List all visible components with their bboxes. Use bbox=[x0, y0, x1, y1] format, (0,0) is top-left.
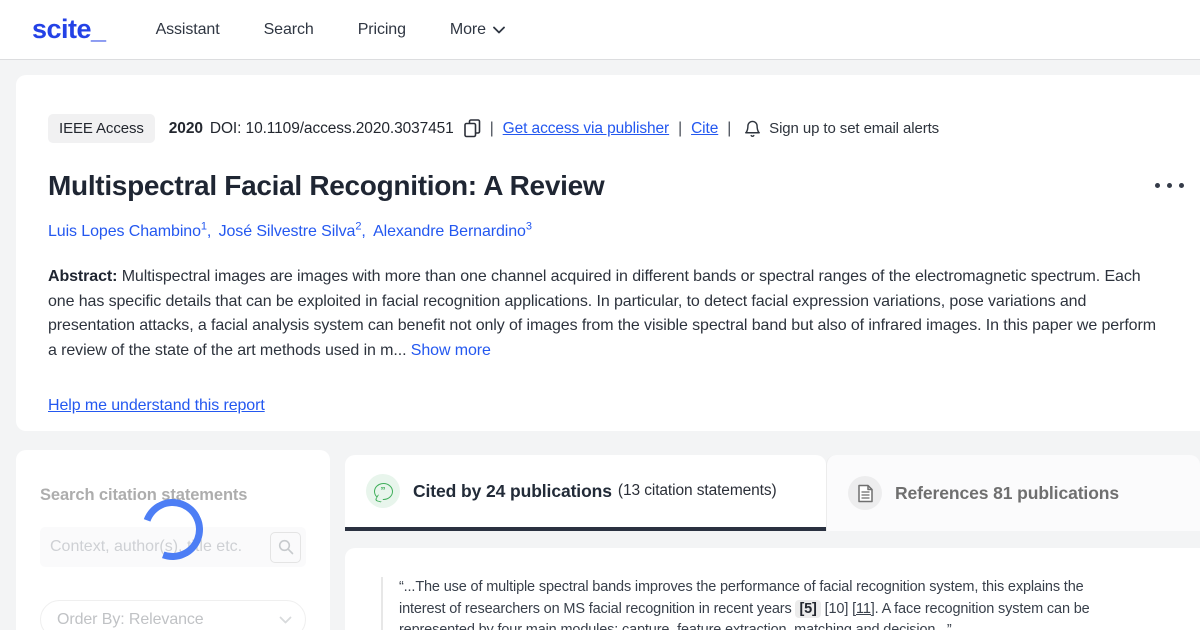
nav-item-search[interactable]: Search bbox=[264, 21, 314, 39]
tab-cited-by-sublabel: (13 citation statements) bbox=[618, 482, 777, 500]
get-access-link[interactable]: Get access via publisher bbox=[503, 120, 669, 138]
meta-separator: | bbox=[678, 120, 682, 138]
author-affiliation-number: 1 bbox=[201, 221, 207, 233]
quote-glyph: ” bbox=[381, 487, 386, 497]
show-more-link[interactable]: Show more bbox=[411, 342, 491, 359]
abstract-label: Abstract: bbox=[48, 268, 117, 285]
author-link[interactable]: José Silvestre Silva2 bbox=[219, 223, 362, 240]
author-name: Luis Lopes Chambino bbox=[48, 223, 201, 240]
order-by-select[interactable]: Order By: Relevance bbox=[40, 600, 306, 630]
scite-logo[interactable]: scite_ bbox=[32, 14, 106, 45]
top-navbar: scite_ Assistant Search Pricing More bbox=[0, 0, 1200, 60]
reference-plain: [10] bbox=[825, 601, 849, 617]
author-list: Luis Lopes Chambino1, José Silvestre Sil… bbox=[48, 221, 1200, 241]
page-title: Multispectral Facial Recognition: A Revi… bbox=[48, 170, 1200, 202]
citation-statement: “...The use of multiple spectral bands i… bbox=[381, 577, 1099, 630]
author-separator: , bbox=[361, 223, 370, 240]
nav-label: More bbox=[450, 21, 486, 39]
help-understand-report-link[interactable]: Help me understand this report bbox=[48, 397, 265, 415]
journal-badge: IEEE Access bbox=[48, 114, 155, 143]
email-alerts-button[interactable]: Sign up to set email alerts bbox=[744, 119, 939, 138]
paper-meta-row: IEEE Access 2020 DOI: 10.1109/access.202… bbox=[48, 114, 1200, 143]
author-affiliation-number: 3 bbox=[526, 221, 532, 233]
more-options-button[interactable] bbox=[1155, 183, 1184, 188]
cite-link[interactable]: Cite bbox=[691, 120, 718, 138]
nav-label: Assistant bbox=[156, 21, 220, 39]
author-separator: , bbox=[207, 223, 216, 240]
copy-doi-button[interactable] bbox=[464, 119, 481, 138]
nav-item-pricing[interactable]: Pricing bbox=[358, 21, 406, 39]
order-by-value: Order By: Relevance bbox=[57, 611, 204, 629]
copy-icon bbox=[464, 119, 481, 138]
email-alerts-label: Sign up to set email alerts bbox=[769, 120, 939, 137]
doi-text: DOI: 10.1109/access.2020.3037451 bbox=[210, 120, 454, 138]
bell-icon bbox=[744, 119, 761, 138]
tab-references[interactable]: References 81 publications bbox=[826, 455, 1200, 531]
tab-cited-by[interactable]: ” Cited by 24 publications (13 citation … bbox=[345, 455, 826, 531]
nav-item-more[interactable]: More bbox=[450, 21, 505, 39]
reference-chip[interactable]: [5] bbox=[795, 600, 820, 618]
author-name: Alexandre Bernardino bbox=[373, 223, 526, 240]
search-icon bbox=[278, 539, 294, 555]
paper-card: IEEE Access 2020 DOI: 10.1109/access.202… bbox=[16, 75, 1200, 431]
nav-item-assistant[interactable]: Assistant bbox=[156, 21, 220, 39]
nav-label: Pricing bbox=[358, 21, 406, 39]
chevron-down-icon bbox=[279, 616, 291, 624]
abstract-text: Multispectral images are images with mor… bbox=[48, 268, 1156, 359]
publication-year: 2020 bbox=[169, 120, 203, 138]
author-link[interactable]: Alexandre Bernardino3 bbox=[373, 223, 532, 240]
citation-bubble-icon: ” bbox=[366, 474, 400, 508]
search-button[interactable] bbox=[270, 532, 301, 563]
author-name: José Silvestre Silva bbox=[219, 223, 356, 240]
nav-label: Search bbox=[264, 21, 314, 39]
document-icon bbox=[848, 476, 882, 510]
tab-references-label: References 81 publications bbox=[895, 483, 1119, 504]
citation-statement-card: “...The use of multiple spectral bands i… bbox=[345, 548, 1200, 630]
meta-separator: | bbox=[490, 120, 494, 138]
publications-tabs: ” Cited by 24 publications (13 citation … bbox=[345, 455, 1200, 531]
author-link[interactable]: Luis Lopes Chambino1 bbox=[48, 223, 207, 240]
chevron-down-icon bbox=[493, 26, 505, 34]
meta-separator: | bbox=[727, 120, 731, 138]
abstract: Abstract: Multispectral images are image… bbox=[48, 265, 1168, 363]
reference-link[interactable]: [11] bbox=[852, 601, 875, 617]
tab-cited-by-label: Cited by 24 publications bbox=[413, 481, 612, 502]
main-nav: Assistant Search Pricing More bbox=[156, 21, 505, 39]
